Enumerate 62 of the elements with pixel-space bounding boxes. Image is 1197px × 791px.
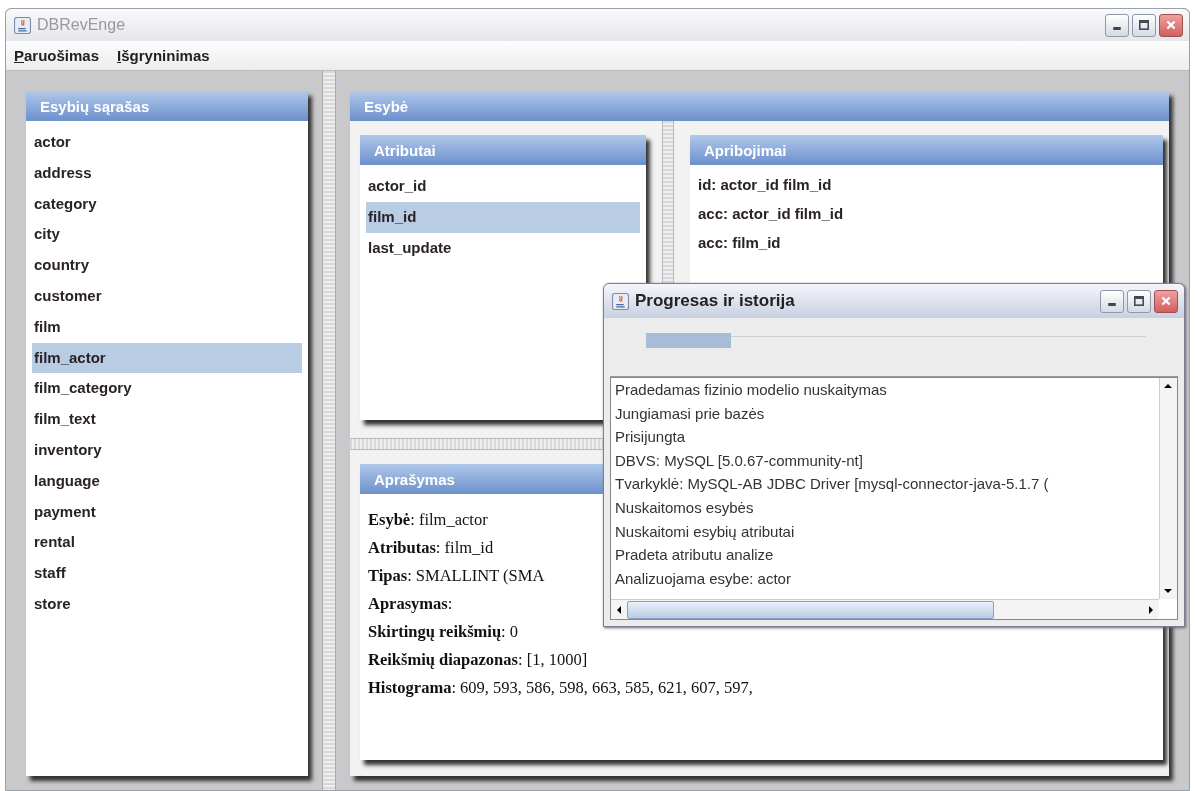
entity-list-item[interactable]: actor: [32, 127, 302, 158]
vertical-scrollbar[interactable]: [1159, 378, 1177, 599]
entity-list-item[interactable]: city: [32, 219, 302, 251]
description-line: Histograma: 609, 593, 586, 598, 663, 585, 621, 607, 597,: [368, 677, 753, 699]
description-line: Esybė: film_actor: [368, 509, 488, 531]
maximize-button[interactable]: [1127, 289, 1151, 313]
log-line: Tvarkyklė: MySQL-AB JDBC Driver [mysql-connector-java-5.1.7 (: [615, 474, 1049, 495]
horizontal-scrollbar[interactable]: [611, 599, 1159, 619]
entity-list-item[interactable]: category: [32, 188, 302, 220]
entity-list-item[interactable]: country: [32, 250, 302, 281]
entity-list-item[interactable]: film_text: [32, 404, 302, 435]
close-icon: [1165, 19, 1177, 31]
entity-list-item[interactable]: film_category: [32, 373, 302, 405]
log-line: Nuskaitomi esybių atributai: [615, 521, 795, 542]
entity-list-item[interactable]: film_actor: [32, 342, 302, 374]
close-button[interactable]: [1159, 13, 1183, 37]
scroll-thumb[interactable]: [627, 600, 994, 619]
close-icon: [1160, 295, 1172, 307]
attribute-list-item[interactable]: film_id: [366, 201, 640, 233]
attribute-list-item[interactable]: last_update: [366, 232, 640, 264]
entity-list-item[interactable]: payment: [32, 496, 302, 528]
maximize-icon: [1133, 295, 1145, 307]
close-button[interactable]: [1154, 289, 1178, 313]
panel-header: Esybių sąrašas: [26, 91, 308, 121]
dialog-title: Progresas ir istorija: [635, 291, 796, 311]
minimize-button[interactable]: [1105, 13, 1129, 37]
entity-list-item[interactable]: inventory: [32, 434, 302, 466]
entity-list-item[interactable]: language: [32, 465, 302, 497]
entity-list-item[interactable]: customer: [32, 281, 302, 312]
constraint-item: acc: film_id: [697, 232, 782, 253]
panel-header: Apribojimai: [690, 135, 1163, 165]
panel-header: Esybė: [350, 91, 1169, 121]
maximize-button[interactable]: [1132, 13, 1156, 37]
menu-item[interactable]: Išgryninimas: [115, 45, 212, 66]
minimize-icon: [1108, 303, 1116, 306]
entity-list-item[interactable]: staff: [32, 558, 302, 589]
log-line: Analizuojama esybe: actor: [615, 568, 791, 589]
entity-list-item[interactable]: film: [32, 311, 302, 343]
java-cup-icon: [14, 16, 31, 34]
description-line: Reikšmių diapazonas: [1, 1000]: [368, 649, 588, 671]
window-title: DBRevEnge: [37, 16, 127, 34]
log-line: Prisijungta: [615, 427, 686, 448]
description-line: Atributas: film_id: [368, 537, 494, 559]
log-line: Nuskaitomos esybės: [615, 497, 754, 518]
constraint-item: id: actor_id film_id: [697, 175, 833, 195]
panel-header: Atributai: [360, 135, 646, 165]
description-line: Tipas: SMALLINT (SMA: [368, 565, 545, 587]
description-line: Aprasymas:: [368, 593, 453, 615]
description-line: Skirtingų reikšmių: 0: [368, 621, 519, 643]
log-line: Pradedamas fizinio modelio nuskaitymas: [615, 380, 887, 400]
minimize-icon: [1113, 27, 1121, 30]
entity-list-item[interactable]: address: [32, 157, 302, 189]
log-line: Pradeta atributu analize: [615, 545, 774, 566]
menu-item[interactable]: Paruošimas: [12, 45, 102, 66]
java-cup-icon: [612, 292, 629, 310]
log-line: Jungiamasi prie bazės: [615, 403, 765, 424]
attribute-list-item[interactable]: actor_id: [366, 171, 640, 202]
maximize-icon: [1138, 19, 1150, 31]
entity-list-item[interactable]: store: [32, 588, 302, 620]
minimize-button[interactable]: [1100, 289, 1124, 313]
entity-list-item[interactable]: rental: [32, 527, 302, 559]
constraint-item: acc: actor_id film_id: [697, 203, 845, 224]
